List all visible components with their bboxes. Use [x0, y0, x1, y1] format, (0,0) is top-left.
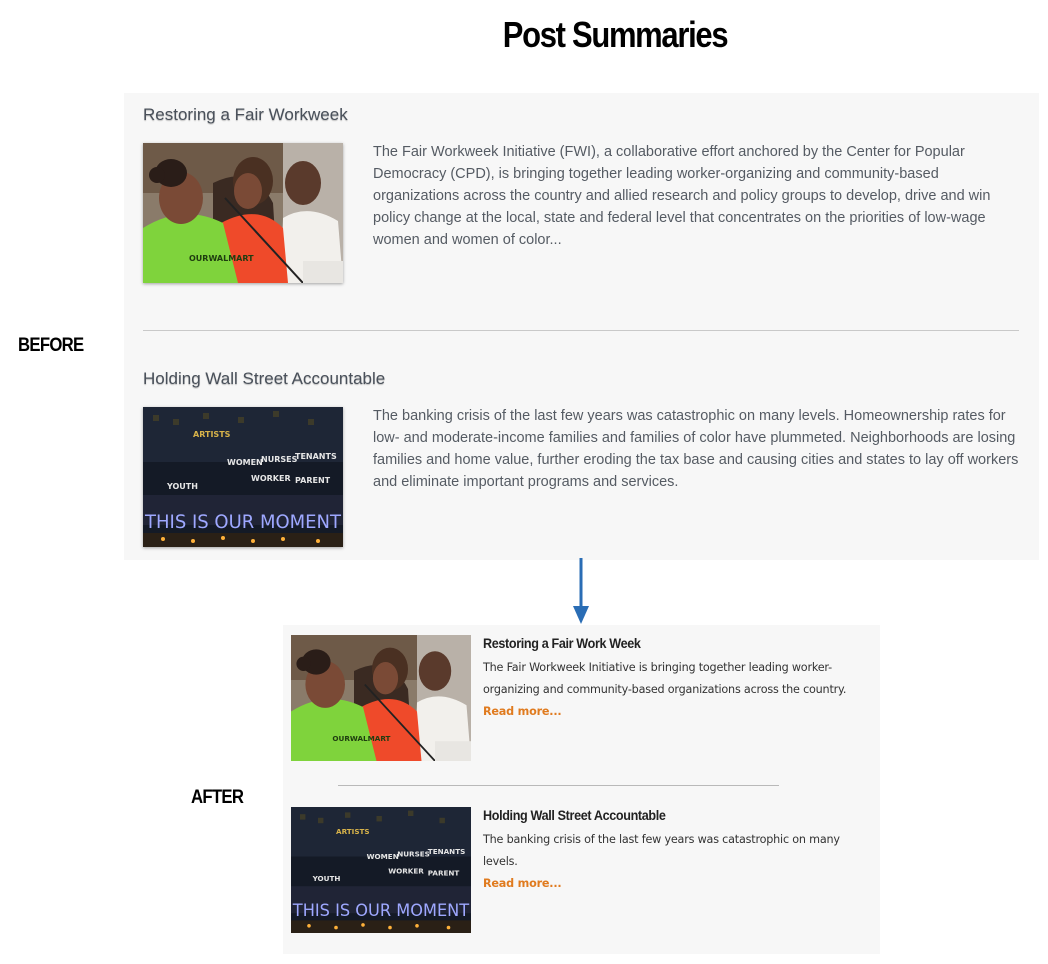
post-title-link[interactable]: Restoring a Fair Work Week [483, 635, 836, 655]
sign-tenants: TENANTS [295, 452, 337, 461]
post-title-link[interactable]: Holding Wall Street Accountable [483, 807, 836, 827]
sign-women: WOMEN [227, 458, 263, 467]
read-more-link[interactable]: Read more... [483, 877, 562, 890]
sign-worker: WORKER [251, 474, 291, 483]
before-panel: Restoring a Fair Workweek OURWALMART The… [124, 93, 1039, 560]
post-thumbnail-hearing[interactable]: OURWALMART [291, 635, 471, 761]
sign-nurses: NURSES [397, 850, 430, 859]
post-title-link[interactable]: Restoring a Fair Workweek [143, 105, 1023, 129]
shirt-logo: OURWALMART [189, 254, 254, 263]
after-label: AFTER [191, 787, 244, 808]
after-panel: OURWALMART Restoring a Fair Work Week Th… [283, 625, 880, 954]
shirt-logo: OURWALMART [332, 734, 390, 743]
sign-artists: ARTISTS [336, 827, 370, 836]
sign-worker: WORKER [388, 867, 424, 876]
light-banner: THIS IS OUR MOMENT [144, 511, 341, 533]
post-thumbnail-protest[interactable]: ARTISTS WOMEN NURSES TENANTS WORKER PARE… [291, 807, 471, 933]
page-title: Post Summaries [502, 14, 729, 55]
down-arrow-icon [572, 558, 590, 626]
sign-nurses: NURSES [261, 455, 298, 464]
sign-tenants: TENANTS [428, 847, 466, 856]
sign-parent: PARENT [295, 476, 331, 485]
post-excerpt: The banking crisis of the last few years… [373, 408, 1019, 490]
post-excerpt: The Fair Workweek Initiative (FWI), a co… [373, 144, 991, 248]
sign-youth: YOUTH [312, 874, 341, 883]
sign-artists: ARTISTS [193, 430, 231, 439]
light-banner: THIS IS OUR MOMENT [292, 901, 470, 921]
sign-parent: PARENT [428, 868, 460, 877]
divider [143, 330, 1019, 331]
post-excerpt-text: The Fair Workweek Initiative is bringing… [483, 661, 847, 696]
before-post-fair-workweek: Restoring a Fair Workweek OURWALMART The… [143, 105, 1023, 283]
before-post-wall-street: Holding Wall Street Accountable ARTISTS … [143, 369, 1023, 547]
post-body: Restoring a Fair Work Week The Fair Work… [483, 635, 875, 723]
sign-women: WOMEN [367, 852, 399, 861]
post-excerpt-text: The banking crisis of the last few years… [483, 833, 840, 868]
post-excerpt: The Fair Workweek Initiative is bringing… [483, 657, 875, 723]
divider [338, 785, 779, 786]
post-title-link[interactable]: Holding Wall Street Accountable [143, 369, 1023, 393]
post-thumbnail-protest[interactable]: ARTISTS WOMEN NURSES TENANTS WORKER PARE… [143, 407, 343, 547]
post-body: Holding Wall Street Accountable The bank… [483, 807, 875, 895]
before-label: BEFORE [18, 335, 84, 356]
post-thumbnail-hearing[interactable]: OURWALMART [143, 143, 343, 283]
read-more-link[interactable]: Read more... [483, 705, 562, 718]
post-excerpt: The banking crisis of the last few years… [483, 829, 875, 895]
sign-youth: YOUTH [166, 482, 198, 491]
